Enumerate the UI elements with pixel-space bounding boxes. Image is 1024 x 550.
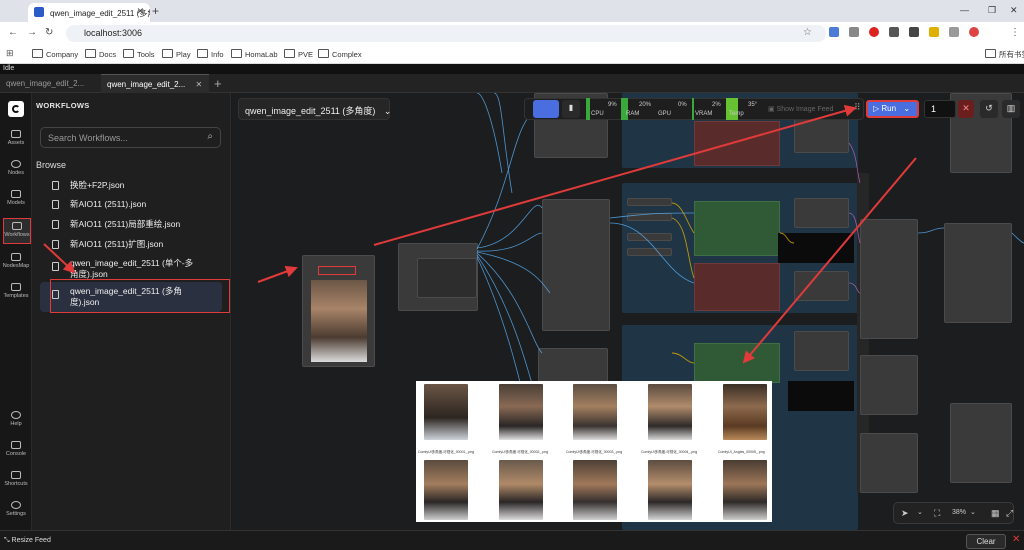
clear-button[interactable]: Clear — [966, 534, 1006, 549]
resize-feed-button[interactable]: ⤡ Resize Feed — [4, 537, 51, 545]
resize-feed-label: Resize Feed — [11, 537, 51, 544]
annotation-arrows — [43, 104, 917, 364]
close-icon[interactable]: ✕ — [1012, 534, 1020, 545]
bottom-bar: ⤡ Resize Feed ✕ — [0, 530, 1024, 550]
